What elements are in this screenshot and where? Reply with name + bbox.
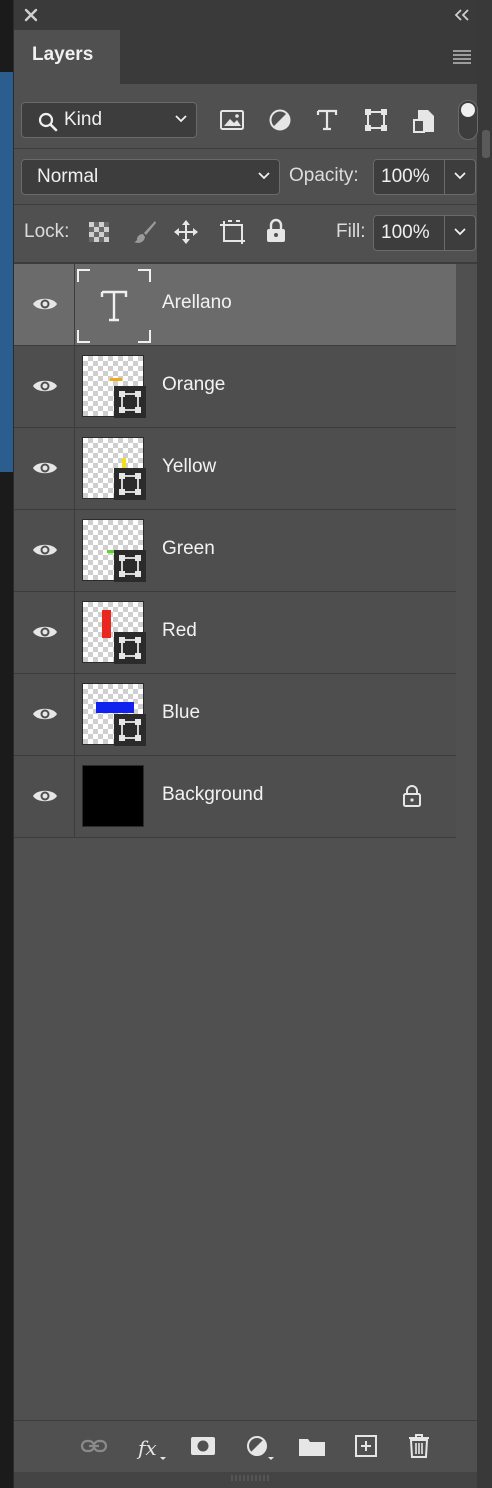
blue-shape xyxy=(96,702,134,713)
fill-field[interactable]: 100% xyxy=(373,215,476,251)
layers-panel: Layers Kind Normal Opacity: 100% Lock: F… xyxy=(14,0,478,1488)
adjustment-layer-icon[interactable] xyxy=(246,1435,276,1463)
layer-row-yellow[interactable]: Yellow xyxy=(14,428,456,510)
type-filter-icon[interactable] xyxy=(316,108,338,132)
red-shape xyxy=(102,610,111,638)
chevron-down-icon xyxy=(175,115,187,123)
visibility-divider xyxy=(74,674,75,755)
blend-row: Normal Opacity: 100% xyxy=(14,148,477,204)
smart-object-badge-icon xyxy=(114,468,146,500)
collapse-icon[interactable] xyxy=(453,6,471,24)
panel-menu-icon[interactable] xyxy=(451,48,473,66)
lock-all-icon[interactable] xyxy=(265,218,287,244)
eye-icon[interactable] xyxy=(32,623,58,641)
visibility-divider xyxy=(74,756,75,837)
fill-label: Fill: xyxy=(336,221,366,242)
smart-object-badge-icon xyxy=(114,632,146,664)
layers-list: Arellano Orange Yellow Green Red Blue Ba… xyxy=(14,264,456,838)
panel-footer: fx xyxy=(14,1420,477,1473)
image-filter-icon[interactable] xyxy=(219,108,245,132)
layer-name: Green xyxy=(162,538,215,559)
opacity-chevron-icon[interactable] xyxy=(453,171,467,181)
tab-layers-label: Layers xyxy=(32,44,94,65)
fill-field-divider xyxy=(444,216,445,250)
layer-row-orange[interactable]: Orange xyxy=(14,346,456,428)
canvas-edge xyxy=(0,0,13,1488)
fill-chevron-icon[interactable] xyxy=(453,227,467,237)
filter-toggle[interactable] xyxy=(458,100,478,140)
shape-filter-icon[interactable] xyxy=(364,108,388,132)
opacity-field-divider xyxy=(444,160,445,194)
search-icon xyxy=(38,112,58,132)
orange-shape xyxy=(110,378,122,381)
lock-paint-icon[interactable] xyxy=(132,219,158,245)
adjustment-filter-icon[interactable] xyxy=(268,108,292,132)
layer-thumbnail xyxy=(82,765,144,827)
layer-name: Orange xyxy=(162,374,226,395)
lock-move-icon[interactable] xyxy=(173,219,199,245)
blend-mode-dropdown[interactable]: Normal xyxy=(21,159,280,195)
scrollbar-thumb[interactable] xyxy=(482,130,490,158)
layer-name: Blue xyxy=(162,702,201,723)
delete-layer-icon[interactable] xyxy=(408,1433,430,1459)
opacity-value: 100% xyxy=(381,166,430,187)
filter-toggle-knob xyxy=(461,103,475,117)
visibility-divider xyxy=(74,346,75,427)
layer-name: Red xyxy=(162,620,197,641)
smart-object-badge-icon xyxy=(114,386,146,418)
eye-icon[interactable] xyxy=(32,541,58,559)
fx-icon[interactable]: fx xyxy=(136,1435,168,1463)
eye-icon[interactable] xyxy=(32,787,58,805)
lock-label: Lock: xyxy=(24,221,70,242)
layer-row-arellano[interactable]: Arellano xyxy=(14,264,456,346)
layer-name: Background xyxy=(162,784,264,805)
eye-icon[interactable] xyxy=(32,705,58,723)
lock-transparent-icon[interactable] xyxy=(88,221,110,243)
new-group-icon[interactable] xyxy=(298,1435,326,1457)
smart-object-badge-icon xyxy=(114,714,146,746)
eye-icon[interactable] xyxy=(32,459,58,477)
smart-object-filter-icon[interactable] xyxy=(412,108,436,134)
visibility-divider xyxy=(74,428,75,509)
blend-mode-value: Normal xyxy=(37,166,99,187)
visibility-divider xyxy=(74,592,75,673)
layer-name: Arellano xyxy=(162,292,232,313)
scrollbar[interactable] xyxy=(477,0,492,1488)
chevron-down-icon xyxy=(258,172,270,180)
layer-row-green[interactable]: Green xyxy=(14,510,456,592)
add-mask-icon[interactable] xyxy=(190,1435,216,1457)
resize-grip-icon[interactable] xyxy=(230,1474,270,1482)
layer-row-red[interactable]: Red xyxy=(14,592,456,674)
link-layers-icon[interactable] xyxy=(80,1435,108,1457)
fill-value: 100% xyxy=(381,222,430,243)
filter-kind-label: Kind xyxy=(64,109,103,130)
layer-name: Yellow xyxy=(162,456,217,477)
opacity-label: Opacity: xyxy=(289,165,359,186)
smart-object-badge-icon xyxy=(114,550,146,582)
opacity-field[interactable]: 100% xyxy=(373,159,476,195)
visibility-divider xyxy=(74,510,75,591)
tab-row: Layers xyxy=(14,30,477,84)
visibility-divider xyxy=(74,264,75,345)
filter-kind-dropdown[interactable]: Kind xyxy=(21,102,197,138)
layer-row-background[interactable]: Background xyxy=(14,756,456,838)
new-layer-icon[interactable] xyxy=(354,1435,378,1457)
lock-icon[interactable] xyxy=(402,784,422,808)
eye-icon[interactable] xyxy=(32,295,58,313)
tab-layers[interactable]: Layers xyxy=(14,30,120,84)
close-icon[interactable] xyxy=(22,6,40,24)
eye-icon[interactable] xyxy=(32,377,58,395)
panel-titlebar xyxy=(14,0,477,30)
canvas-edge-blue xyxy=(0,72,13,472)
layer-row-blue[interactable]: Blue xyxy=(14,674,456,756)
lock-artboard-icon[interactable] xyxy=(218,219,246,245)
svg-text:fx: fx xyxy=(136,1436,157,1460)
filter-row: Kind xyxy=(14,92,478,148)
text-layer-thumbnail-icon xyxy=(77,269,151,343)
lock-row: Lock: Fill: 100% xyxy=(14,204,477,260)
